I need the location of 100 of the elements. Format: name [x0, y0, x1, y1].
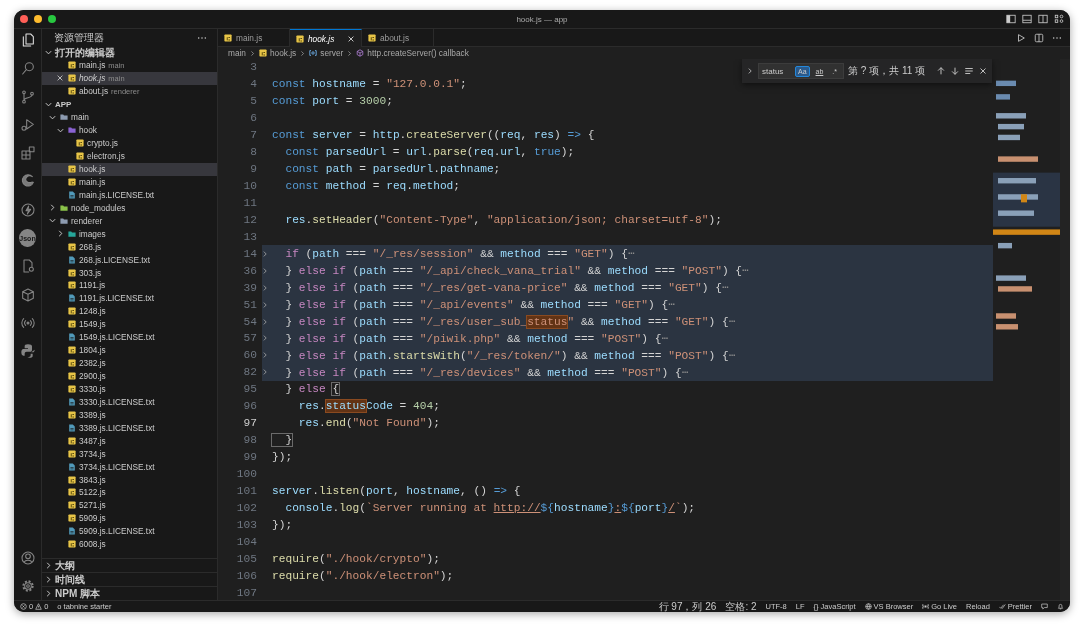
status-item[interactable]: 空格: 2	[725, 599, 757, 612]
sidebar-toggle-icon[interactable]	[1006, 14, 1016, 24]
tree-item[interactable]: crypto.js	[42, 136, 217, 150]
split-layout-icon[interactable]	[1038, 14, 1048, 24]
close-icon[interactable]	[978, 66, 988, 76]
section-header[interactable]: 大纲	[42, 558, 217, 572]
bell-icon	[1057, 603, 1064, 610]
tree-item[interactable]: 5271.js	[42, 498, 217, 512]
code-text: const parsedUrl = url.parse(req.url, true);	[284, 146, 575, 159]
account-icon[interactable]	[19, 550, 36, 566]
chevron-icon[interactable]	[48, 203, 57, 213]
arrow-down-icon[interactable]	[950, 66, 960, 76]
js-file-icon	[68, 436, 76, 445]
editor-tab[interactable]: hook.js	[290, 29, 362, 47]
js-file-icon	[68, 488, 76, 497]
status-item[interactable]	[1041, 603, 1048, 610]
line-number: 60	[242, 349, 257, 362]
status-item[interactable]: 行 97，列 26	[658, 599, 717, 612]
run-icon[interactable]	[1016, 32, 1026, 43]
line-number: 103	[235, 518, 257, 531]
tree-item[interactable]: node_modules	[42, 201, 217, 215]
chevron-icon[interactable]	[56, 229, 65, 239]
close-icon[interactable]	[56, 74, 64, 83]
breadcrumb[interactable]: http.createServer() callback	[367, 48, 469, 58]
tree-item[interactable]: 1248.js	[42, 304, 217, 318]
tree-item[interactable]: 1191.js.LICENSE.txt	[42, 291, 217, 305]
panel-toggle-icon[interactable]	[1022, 14, 1032, 24]
close-icon[interactable]	[347, 34, 355, 43]
tree-item[interactable]: main.js.LICENSE.txt	[42, 188, 217, 202]
minimize-window-button[interactable]	[34, 15, 42, 23]
branch-icon[interactable]	[19, 88, 36, 105]
tree-item[interactable]: hook	[42, 123, 217, 137]
section-header[interactable]: APP	[42, 97, 217, 111]
editor-tab[interactable]: about.js	[362, 29, 434, 47]
tree-item[interactable]: 268.js.LICENSE.txt	[42, 253, 217, 267]
breadcrumb[interactable]: hook.js	[270, 48, 297, 58]
code-text: });	[272, 451, 293, 464]
tree-item[interactable]: electron.js	[42, 149, 217, 163]
tree-item[interactable]: hook.js	[42, 162, 217, 176]
chevron-icon[interactable]	[44, 575, 53, 584]
breadcrumb[interactable]: main	[228, 48, 246, 58]
arrow-up-icon[interactable]	[936, 66, 946, 76]
breadcrumb[interactable]: server	[320, 48, 344, 58]
document-icon	[68, 333, 76, 342]
tree-item[interactable]: 3389.js	[42, 408, 217, 422]
chevron-icon[interactable]	[44, 561, 53, 570]
tree-item[interactable]: 3734.js.LICENSE.txt	[42, 460, 217, 474]
tree-item[interactable]: 3330.js	[42, 382, 217, 396]
js-file-icon	[68, 514, 76, 523]
play-bug-icon[interactable]	[19, 116, 36, 133]
js-file-icon	[68, 346, 76, 355]
tree-item[interactable]: 268.js	[42, 240, 217, 254]
maximize-window-button[interactable]	[48, 15, 56, 23]
more-icon[interactable]	[197, 35, 207, 40]
tree-item[interactable]: 3734.js	[42, 447, 217, 461]
swirl-icon[interactable]	[19, 173, 36, 190]
tree-item[interactable]: 2382.js	[42, 356, 217, 370]
tree-item[interactable]: 1549.js.LICENSE.txt	[42, 330, 217, 344]
tree-item[interactable]: 3389.js.LICENSE.txt	[42, 421, 217, 435]
extensions-icon[interactable]	[19, 145, 36, 162]
code-text: res.statusCode = 404;	[297, 400, 440, 413]
tree-item[interactable]: 5122.js	[42, 486, 217, 499]
broadcast-icon	[922, 603, 930, 610]
tree-item[interactable]: renderer	[42, 214, 217, 228]
tree-item[interactable]: main	[42, 110, 217, 124]
settings-icon[interactable]	[19, 578, 36, 594]
lightning-icon[interactable]	[19, 201, 36, 218]
chevron-icon[interactable]	[44, 589, 53, 598]
tree-item[interactable]: 2900.js	[42, 369, 217, 383]
tree-item[interactable]: 1549.js	[42, 317, 217, 331]
status-item[interactable]	[1057, 603, 1064, 610]
cube-icon[interactable]	[19, 286, 36, 303]
python-icon[interactable]	[19, 343, 36, 360]
tree-item[interactable]: 5909.js.LICENSE.txt	[42, 524, 217, 538]
tree-item[interactable]: 3487.js	[42, 434, 217, 448]
tree-item[interactable]: images	[42, 227, 217, 241]
section-header[interactable]: 打开的编辑器	[42, 46, 217, 59]
tree-item[interactable]: 303.js	[42, 266, 217, 279]
chevron-icon[interactable]	[44, 48, 53, 57]
tree-item[interactable]: 3330.js.LICENSE.txt	[42, 395, 217, 409]
close-window-button[interactable]	[20, 15, 28, 23]
search-icon[interactable]	[19, 60, 36, 77]
line-number: 13	[242, 230, 257, 243]
toggle-replace-icon[interactable]	[746, 67, 754, 75]
scrollbar[interactable]	[1060, 59, 1070, 600]
document-icon	[68, 255, 76, 264]
tree-item[interactable]: 1191.js	[42, 279, 217, 292]
tree-item[interactable]: 3843.js	[42, 473, 217, 486]
customize-layout-icon[interactable]	[1054, 14, 1064, 24]
globe-icon	[864, 603, 872, 610]
find-in-selection-icon[interactable]	[964, 66, 974, 76]
tree-item[interactable]: 5909.js	[42, 511, 217, 525]
js-file-icon	[68, 74, 76, 83]
tree-item[interactable]: main.js	[42, 175, 217, 189]
split-editor-icon[interactable]	[1034, 32, 1044, 43]
line-number: 6	[249, 112, 257, 125]
tree-item[interactable]: 1804.js	[42, 343, 217, 357]
section-header[interactable]: 时间线	[42, 572, 217, 586]
code-text: res.end("Not Found");	[297, 417, 440, 430]
tree-item[interactable]: 6008.js	[42, 537, 217, 551]
